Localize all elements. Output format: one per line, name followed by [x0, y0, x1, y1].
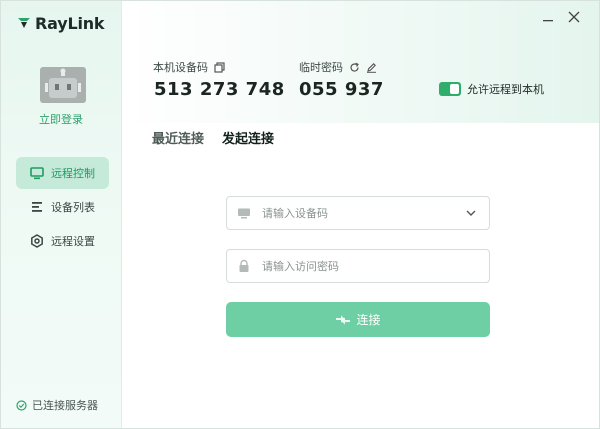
settings-icon — [30, 234, 44, 248]
monitor-icon — [30, 166, 44, 180]
close-button[interactable] — [567, 11, 581, 25]
device-code-label-row: 本机设备码 — [153, 59, 225, 75]
app-name: RayLink — [35, 13, 105, 33]
connect-button[interactable]: 连接 — [226, 302, 490, 337]
refresh-icon[interactable] — [349, 62, 360, 73]
allow-remote-control: 允许远程到本机 — [439, 81, 544, 97]
list-icon — [30, 200, 44, 214]
connect-button-label: 连接 — [356, 313, 381, 327]
sidebar-item-device-list[interactable]: 设备列表 — [16, 191, 109, 223]
device-code-value: 513 273 748 — [154, 79, 285, 100]
minimize-button[interactable] — [541, 11, 555, 25]
minimize-icon — [543, 20, 553, 22]
device-code-label: 本机设备码 — [153, 61, 208, 74]
device-code-input[interactable] — [260, 205, 465, 221]
tab-recent-connections[interactable]: 最近连接 — [152, 128, 204, 147]
copy-icon[interactable] — [214, 61, 225, 73]
sidebar-item-label: 远程控制 — [51, 167, 95, 180]
sidebar: RayLink 立即登录 远程控制 设备列表 远程设置 已连接服务器 — [1, 1, 122, 428]
app-logo: RayLink — [17, 13, 105, 33]
lock-icon — [237, 259, 251, 273]
allow-remote-label: 允许远程到本机 — [467, 83, 544, 96]
app-window: RayLink 立即登录 远程控制 设备列表 远程设置 已连接服务器 本机设备码… — [0, 0, 600, 429]
access-password-field — [226, 249, 490, 283]
allow-remote-toggle[interactable] — [439, 82, 461, 96]
temp-password-value: 055 937 — [299, 79, 384, 100]
connection-status: 已连接服务器 — [16, 397, 98, 413]
temp-password-label-row: 临时密码 — [299, 59, 377, 75]
avatar[interactable] — [40, 67, 86, 103]
login-link[interactable]: 立即登录 — [1, 111, 121, 127]
sidebar-item-remote-settings[interactable]: 远程设置 — [16, 225, 109, 257]
close-icon — [568, 11, 580, 23]
check-circle-icon — [16, 399, 27, 411]
access-password-input[interactable] — [260, 258, 489, 274]
sidebar-nav: 远程控制 设备列表 远程设置 — [16, 157, 109, 259]
sidebar-item-label: 设备列表 — [51, 201, 95, 214]
status-text: 已连接服务器 — [32, 399, 98, 412]
connect-arrows-icon — [336, 315, 351, 324]
edit-icon[interactable] — [366, 62, 377, 73]
tab-initiate-connection[interactable]: 发起连接 — [222, 128, 274, 147]
monitor-small-icon — [237, 206, 251, 220]
robot-avatar-icon — [45, 68, 81, 98]
chevron-down-icon[interactable] — [465, 207, 477, 219]
temp-password-label: 临时密码 — [299, 61, 343, 74]
raylink-logo-icon — [18, 18, 30, 28]
device-code-field — [226, 196, 490, 230]
sidebar-item-remote-control[interactable]: 远程控制 — [16, 157, 109, 189]
sidebar-item-label: 远程设置 — [51, 235, 95, 248]
